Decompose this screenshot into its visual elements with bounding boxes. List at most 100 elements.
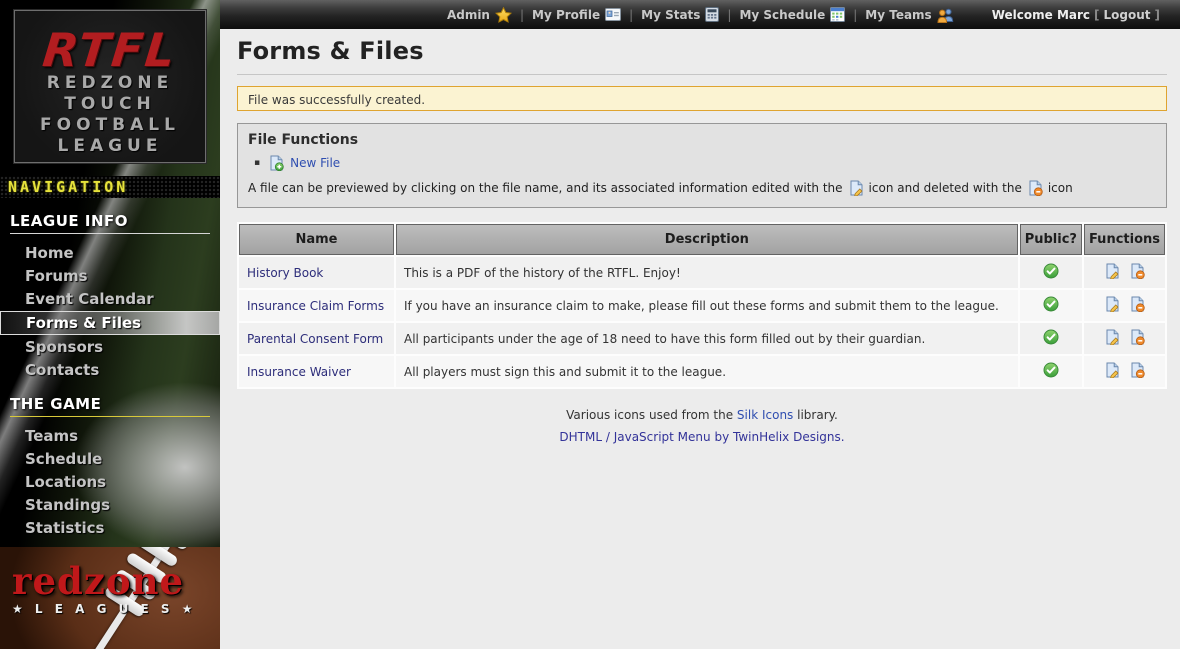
edit-file-button[interactable] [1104,362,1120,381]
sidebar-item-statistics[interactable]: Statistics [0,517,220,539]
page-delete-icon [1129,362,1145,378]
topbar-separator: | [520,8,524,22]
file-description: All participants under the age of 18 nee… [396,323,1018,354]
table-row: History Book This is a PDF of the histor… [239,257,1165,288]
rtfl-logo-line: LEAGUE [15,136,205,157]
sidebar-item-forums[interactable]: Forums [0,265,220,287]
redzone-leagues-footer: redzone ★ L E A G U E S ★ [0,547,220,649]
topbar: Admin | My Profile | My Stats | My Sched… [220,0,1180,29]
accept-icon [1043,329,1059,345]
section-title-the-game: THE GAME [10,395,210,417]
logout-link[interactable]: Logout [1104,8,1151,22]
sidebar-item-sponsors[interactable]: Sponsors [0,336,220,358]
sidebar-item-schedule[interactable]: Schedule [0,448,220,470]
sidebar-item-home[interactable]: Home [0,242,220,264]
welcome-user-label: Welcome Marc [992,8,1090,22]
table-row: Insurance Waiver All players must sign t… [239,356,1165,387]
accept-icon [1043,362,1059,378]
credits-text: by TwinHelix Designs. [714,430,844,444]
rtfl-logo-line: TOUCH [15,94,205,115]
column-header-public: Public? [1020,224,1082,255]
flash-message: File was successfully created. [237,86,1167,111]
section-title-league-info: LEAGUE INFO [10,212,210,234]
calculator-icon [705,7,719,22]
accept-icon [1043,263,1059,279]
topbar-my-stats-label: My Stats [641,8,700,22]
sidebar-item-locations[interactable]: Locations [0,471,220,493]
navigation-banner-label: NAVIGATION [8,178,128,196]
topbar-my-stats[interactable]: My Stats [641,7,719,22]
new-file-link[interactable]: New File [290,156,340,170]
page-title: Forms & Files [237,37,1167,75]
rtfl-logo[interactable]: RTFL REDZONE TOUCH FOOTBALL LEAGUE [14,10,206,163]
table-header-row: Name Description Public? Functions [239,224,1165,255]
star-icon [495,7,512,23]
topbar-admin-label: Admin [447,8,490,22]
rtfl-logo-acronym: RTFL [41,27,179,73]
sidebar-item-forms-files[interactable]: Forms & Files [0,311,220,335]
file-name-link[interactable]: History Book [247,266,323,280]
accept-icon [1043,296,1059,312]
leagues-logo-text: ★ L E A G U E S ★ [12,602,197,616]
delete-file-button[interactable] [1129,263,1145,282]
file-name-link[interactable]: Insurance Waiver [247,365,351,379]
edit-file-button[interactable] [1104,296,1120,315]
group-icon [937,7,954,23]
page-edit-icon [848,180,864,196]
calendar-icon [830,7,845,22]
the-game-nav: Teams Schedule Locations Standings Stati… [0,425,220,539]
table-row: Parental Consent Form All participants u… [239,323,1165,354]
page-edit-icon [1104,263,1120,279]
league-info-nav: Home Forums Event Calendar Forms & Files… [0,242,220,381]
sidebar-item-teams[interactable]: Teams [0,425,220,447]
page-delete-icon [1129,263,1145,279]
topbar-my-schedule[interactable]: My Schedule [739,7,845,22]
page-delete-icon [1129,329,1145,345]
logout-bracket: ] [1155,8,1160,22]
file-description: All players must sign this and submit it… [396,356,1018,387]
file-functions-box: File Functions ▪ New File A file can be … [237,123,1167,208]
redzone-leagues-logo[interactable]: redzone ★ L E A G U E S ★ [12,563,197,616]
sidebar: RTFL REDZONE TOUCH FOOTBALL LEAGUE NAVIG… [0,0,220,649]
page-delete-icon [1129,296,1145,312]
list-bullet: ▪ [254,158,260,168]
page-delete-icon [1027,180,1043,196]
navigation-banner: NAVIGATION [0,176,220,198]
topbar-separator: | [853,8,857,22]
sidebar-item-standings[interactable]: Standings [0,494,220,516]
edit-file-button[interactable] [1104,263,1120,282]
main-content: Forms & Files File was successfully crea… [220,29,1180,649]
page-edit-icon [1104,329,1120,345]
credits-text: library. [797,408,838,422]
silk-icons-link[interactable]: Silk Icons [737,408,793,422]
page-edit-icon [1104,296,1120,312]
twinhelix-menu-link[interactable]: DHTML / JavaScript Menu [559,430,710,444]
topbar-my-teams[interactable]: My Teams [865,7,953,23]
file-name-link[interactable]: Insurance Claim Forms [247,299,384,313]
topbar-my-schedule-label: My Schedule [739,8,825,22]
redzone-logo-text: redzone [12,563,197,599]
topbar-admin[interactable]: Admin [447,7,512,23]
vcard-icon [605,8,621,21]
topbar-my-profile[interactable]: My Profile [532,8,621,22]
topbar-my-teams-label: My Teams [865,8,931,22]
page-edit-icon [1104,362,1120,378]
hint-text: icon [1048,181,1073,195]
column-header-name: Name [239,224,394,255]
column-header-functions: Functions [1084,224,1165,255]
hint-text: A file can be previewed by clicking on t… [248,181,843,195]
sidebar-item-event-calendar[interactable]: Event Calendar [0,288,220,310]
topbar-my-profile-label: My Profile [532,8,600,22]
sidebar-item-contacts[interactable]: Contacts [0,359,220,381]
credits: Various icons used from the Silk Icons l… [237,408,1167,444]
logout-bracket: [ [1094,8,1099,22]
file-name-link[interactable]: Parental Consent Form [247,332,383,346]
table-row: Insurance Claim Forms If you have an ins… [239,290,1165,321]
page-add-icon [268,155,284,171]
file-functions-title: File Functions [248,132,1156,148]
edit-file-button[interactable] [1104,329,1120,348]
delete-file-button[interactable] [1129,329,1145,348]
delete-file-button[interactable] [1129,296,1145,315]
credits-text: Various icons used from the [566,408,733,422]
delete-file-button[interactable] [1129,362,1145,381]
